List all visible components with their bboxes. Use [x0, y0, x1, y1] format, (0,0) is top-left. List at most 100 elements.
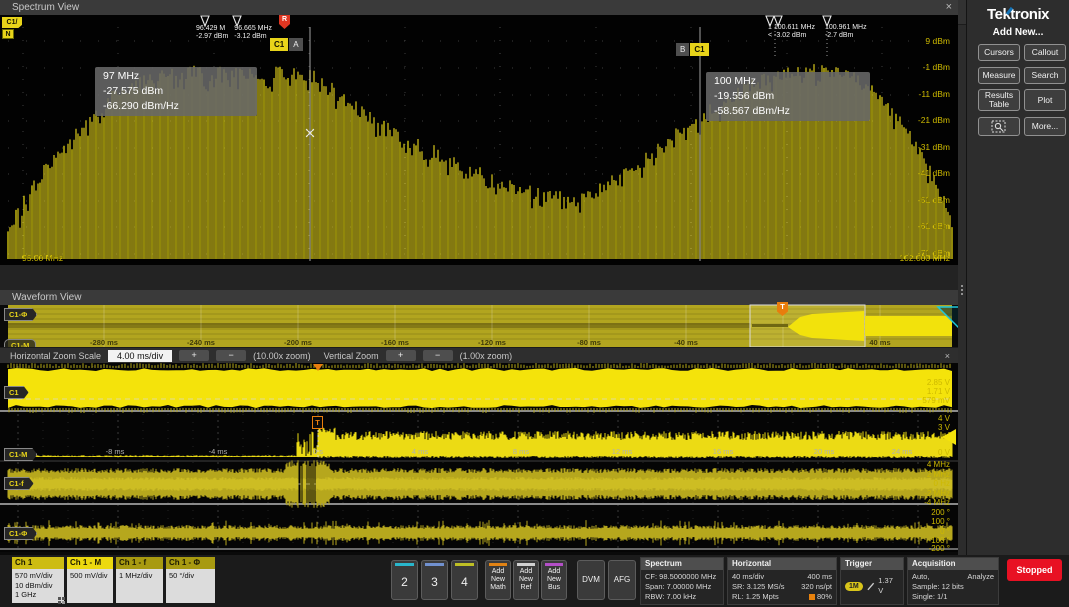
v-zoom-minus-button[interactable]: −: [423, 350, 453, 361]
rising-edge-icon: [866, 581, 876, 591]
horizontal-info-panel[interactable]: Horizontal 40 ms/div400 ms SR: 3.125 MS/…: [727, 557, 837, 605]
spectrum-info-panel[interactable]: Spectrum CF: 98.5000000 MHz Span: 7.0000…: [640, 557, 724, 605]
badge-c1-m[interactable]: C1-M: [4, 448, 37, 461]
channel-2-button[interactable]: 2: [391, 560, 418, 600]
badge-c1-f[interactable]: C1-f: [4, 477, 34, 490]
ch1-scale: 570 mV/div: [15, 571, 61, 581]
scale-label-c1f: -4 MHz: [878, 498, 950, 507]
spectrum-channel-badge[interactable]: C1/: [2, 17, 22, 28]
zoom-time-label: -4 ms: [193, 447, 243, 456]
h-scale: 40 ms/div: [732, 572, 764, 582]
add-callout-button[interactable]: Callout: [1024, 44, 1066, 61]
zoom-time-label: 20 ms: [799, 447, 849, 456]
overview-time-label: -120 ms: [462, 338, 522, 347]
h-zoom-minus-button[interactable]: −: [216, 350, 246, 361]
acquisition-info-panel[interactable]: Acquisition Auto,Analyze Sample: 12 bits…: [907, 557, 999, 605]
spectrum-trace-svg[interactable]: [0, 15, 958, 265]
scale-label-c1phi: 100 °: [878, 517, 950, 526]
ch1-m-badge[interactable]: Ch 1 - M 500 mV/div: [67, 557, 113, 603]
freq-label-stop: 102.000 MHz: [845, 253, 950, 263]
cursor-a-badges[interactable]: C1 A: [270, 38, 303, 51]
trigger-info-panel[interactable]: Trigger 1M 1.37 V: [840, 557, 904, 605]
waveform-trace-svg[interactable]: [0, 290, 958, 555]
ch1-phi-badge[interactable]: Ch 1 - Φ 50 °/div: [166, 557, 215, 603]
v-zoom-plus-button[interactable]: +: [386, 350, 416, 361]
h-zoom-plus-button[interactable]: +: [179, 350, 209, 361]
zoom-box-icon: [991, 120, 1007, 134]
cursor-b-freq: 100 MHz: [714, 74, 862, 89]
zoom-time-label: 12 ms: [597, 447, 647, 456]
spectrum-trace-mode-badge[interactable]: N: [2, 29, 14, 39]
h-sample-rate: SR: 3.125 MS/s: [732, 582, 785, 592]
add-measure-button[interactable]: Measure: [978, 67, 1020, 84]
zoom-tool-button[interactable]: [978, 117, 1020, 136]
ch1-bandwidth: 1 GHz: [15, 590, 61, 600]
scale-label-c1: 1.71 V: [878, 387, 950, 396]
scale-label-c1m: 3 V: [878, 423, 950, 432]
scale-label-c1m: 4 V: [878, 414, 950, 423]
horizontal-panel-title: Horizontal: [728, 558, 836, 570]
bandwidth-limit-icon: [58, 597, 61, 600]
add-cursors-button[interactable]: Cursors: [978, 44, 1020, 61]
add-new-bus-label: Add New Bus: [542, 561, 566, 599]
cursor-b-channel-badge[interactable]: C1: [690, 43, 708, 56]
dvm-button[interactable]: DVM: [577, 560, 605, 600]
spectrum-cf: CF: 98.5000000 MHz: [645, 572, 719, 582]
cursor-b-badges[interactable]: B C1: [676, 43, 709, 56]
add-new-math-label: Add New Math: [486, 561, 510, 599]
cursor-a-freq: 97 MHz: [103, 69, 249, 84]
stopped-status-button[interactable]: Stopped: [1007, 559, 1062, 581]
ch1-m-badge-title: Ch 1 - M: [67, 557, 113, 569]
db-label: -51 dBm: [878, 195, 950, 205]
scale-label-c1f: 4 MHz: [878, 460, 950, 469]
ch1-badge[interactable]: Ch 1 570 mV/div 10 dBm/div 1 GHz: [12, 557, 64, 603]
db-label: -41 dBm: [878, 168, 950, 178]
trace-c1[interactable]: [8, 368, 952, 408]
scale-label-c1phi: -200 °: [878, 544, 950, 553]
h-zoom-scale-label: Horizontal Zoom Scale: [10, 351, 101, 361]
spectrum-close-icon[interactable]: ×: [946, 0, 952, 15]
add-plot-button[interactable]: Plot: [1024, 89, 1066, 111]
marker-b-amp: -3.12 dBm: [234, 33, 272, 41]
spectrum-plot[interactable]: C1/ N 96.429 M -2.97 dBm 96.665 MHz -3.1…: [0, 15, 958, 265]
cursor-a-badge[interactable]: A: [289, 38, 302, 51]
add-new-math-button[interactable]: Add New Math: [485, 560, 511, 600]
scale-label-c1phi: 200 °: [878, 508, 950, 517]
afg-button[interactable]: AFG: [608, 560, 636, 600]
afg-label: AFG: [609, 561, 635, 599]
add-new-ref-button[interactable]: Add New Ref: [513, 560, 539, 600]
overview-badge-c1-phi[interactable]: C1-Φ: [4, 308, 37, 321]
v-zoom-factor: (1.00x zoom): [460, 351, 513, 361]
marker-a-amp: -2.97 dBm: [196, 33, 228, 41]
acq-sample-bits: Sample: 12 bits: [912, 582, 994, 592]
overview-time-label: -160 ms: [365, 338, 425, 347]
cursor-a-channel-badge[interactable]: C1: [270, 38, 288, 51]
zoom-trigger-marker[interactable]: T: [312, 416, 323, 429]
add-new-bus-button[interactable]: Add New Bus: [541, 560, 567, 600]
add-results-table-button[interactable]: Results Table: [978, 89, 1020, 111]
cursor-b-badge[interactable]: B: [676, 43, 689, 56]
h-zoom-factor: (10.00x zoom): [253, 351, 311, 361]
h-zoom-scale-value[interactable]: 4.00 ms/div: [108, 350, 172, 362]
ch1-badge-title: Ch 1: [12, 557, 64, 569]
zoom-time-label: 4 ms: [395, 447, 445, 456]
dvm-label: DVM: [578, 561, 604, 599]
overview-time-label: -200 ms: [268, 338, 328, 347]
logo-te: Te: [987, 6, 1002, 23]
channel-4-button[interactable]: 4: [451, 560, 478, 600]
marker-a-freq: 96.429 M: [196, 25, 228, 33]
marker-c-freq: 1 100.611 MHz: [768, 24, 815, 32]
waveform-view-panel: Waveform View C1-Φ C1-M T -280 ms -240 m…: [0, 290, 958, 555]
channel-3-button[interactable]: 3: [421, 560, 448, 600]
ch1-f-scale: 1 MHz/div: [119, 571, 160, 581]
spectrum-cursors[interactable]: [306, 27, 700, 261]
badge-c1-phi[interactable]: C1-Φ: [4, 527, 37, 540]
marker-c-amp: < -3.02 dBm: [768, 32, 815, 40]
more-button[interactable]: More...: [1024, 117, 1066, 136]
panel-splitter[interactable]: [958, 25, 966, 555]
add-search-button[interactable]: Search: [1024, 67, 1066, 84]
ch1-f-badge[interactable]: Ch 1 - f 1 MHz/div: [116, 557, 163, 603]
waveform-close-icon[interactable]: ×: [945, 351, 950, 361]
badge-c1[interactable]: C1: [4, 386, 29, 399]
marker-d-freq: 100.961 MHz: [825, 24, 867, 32]
